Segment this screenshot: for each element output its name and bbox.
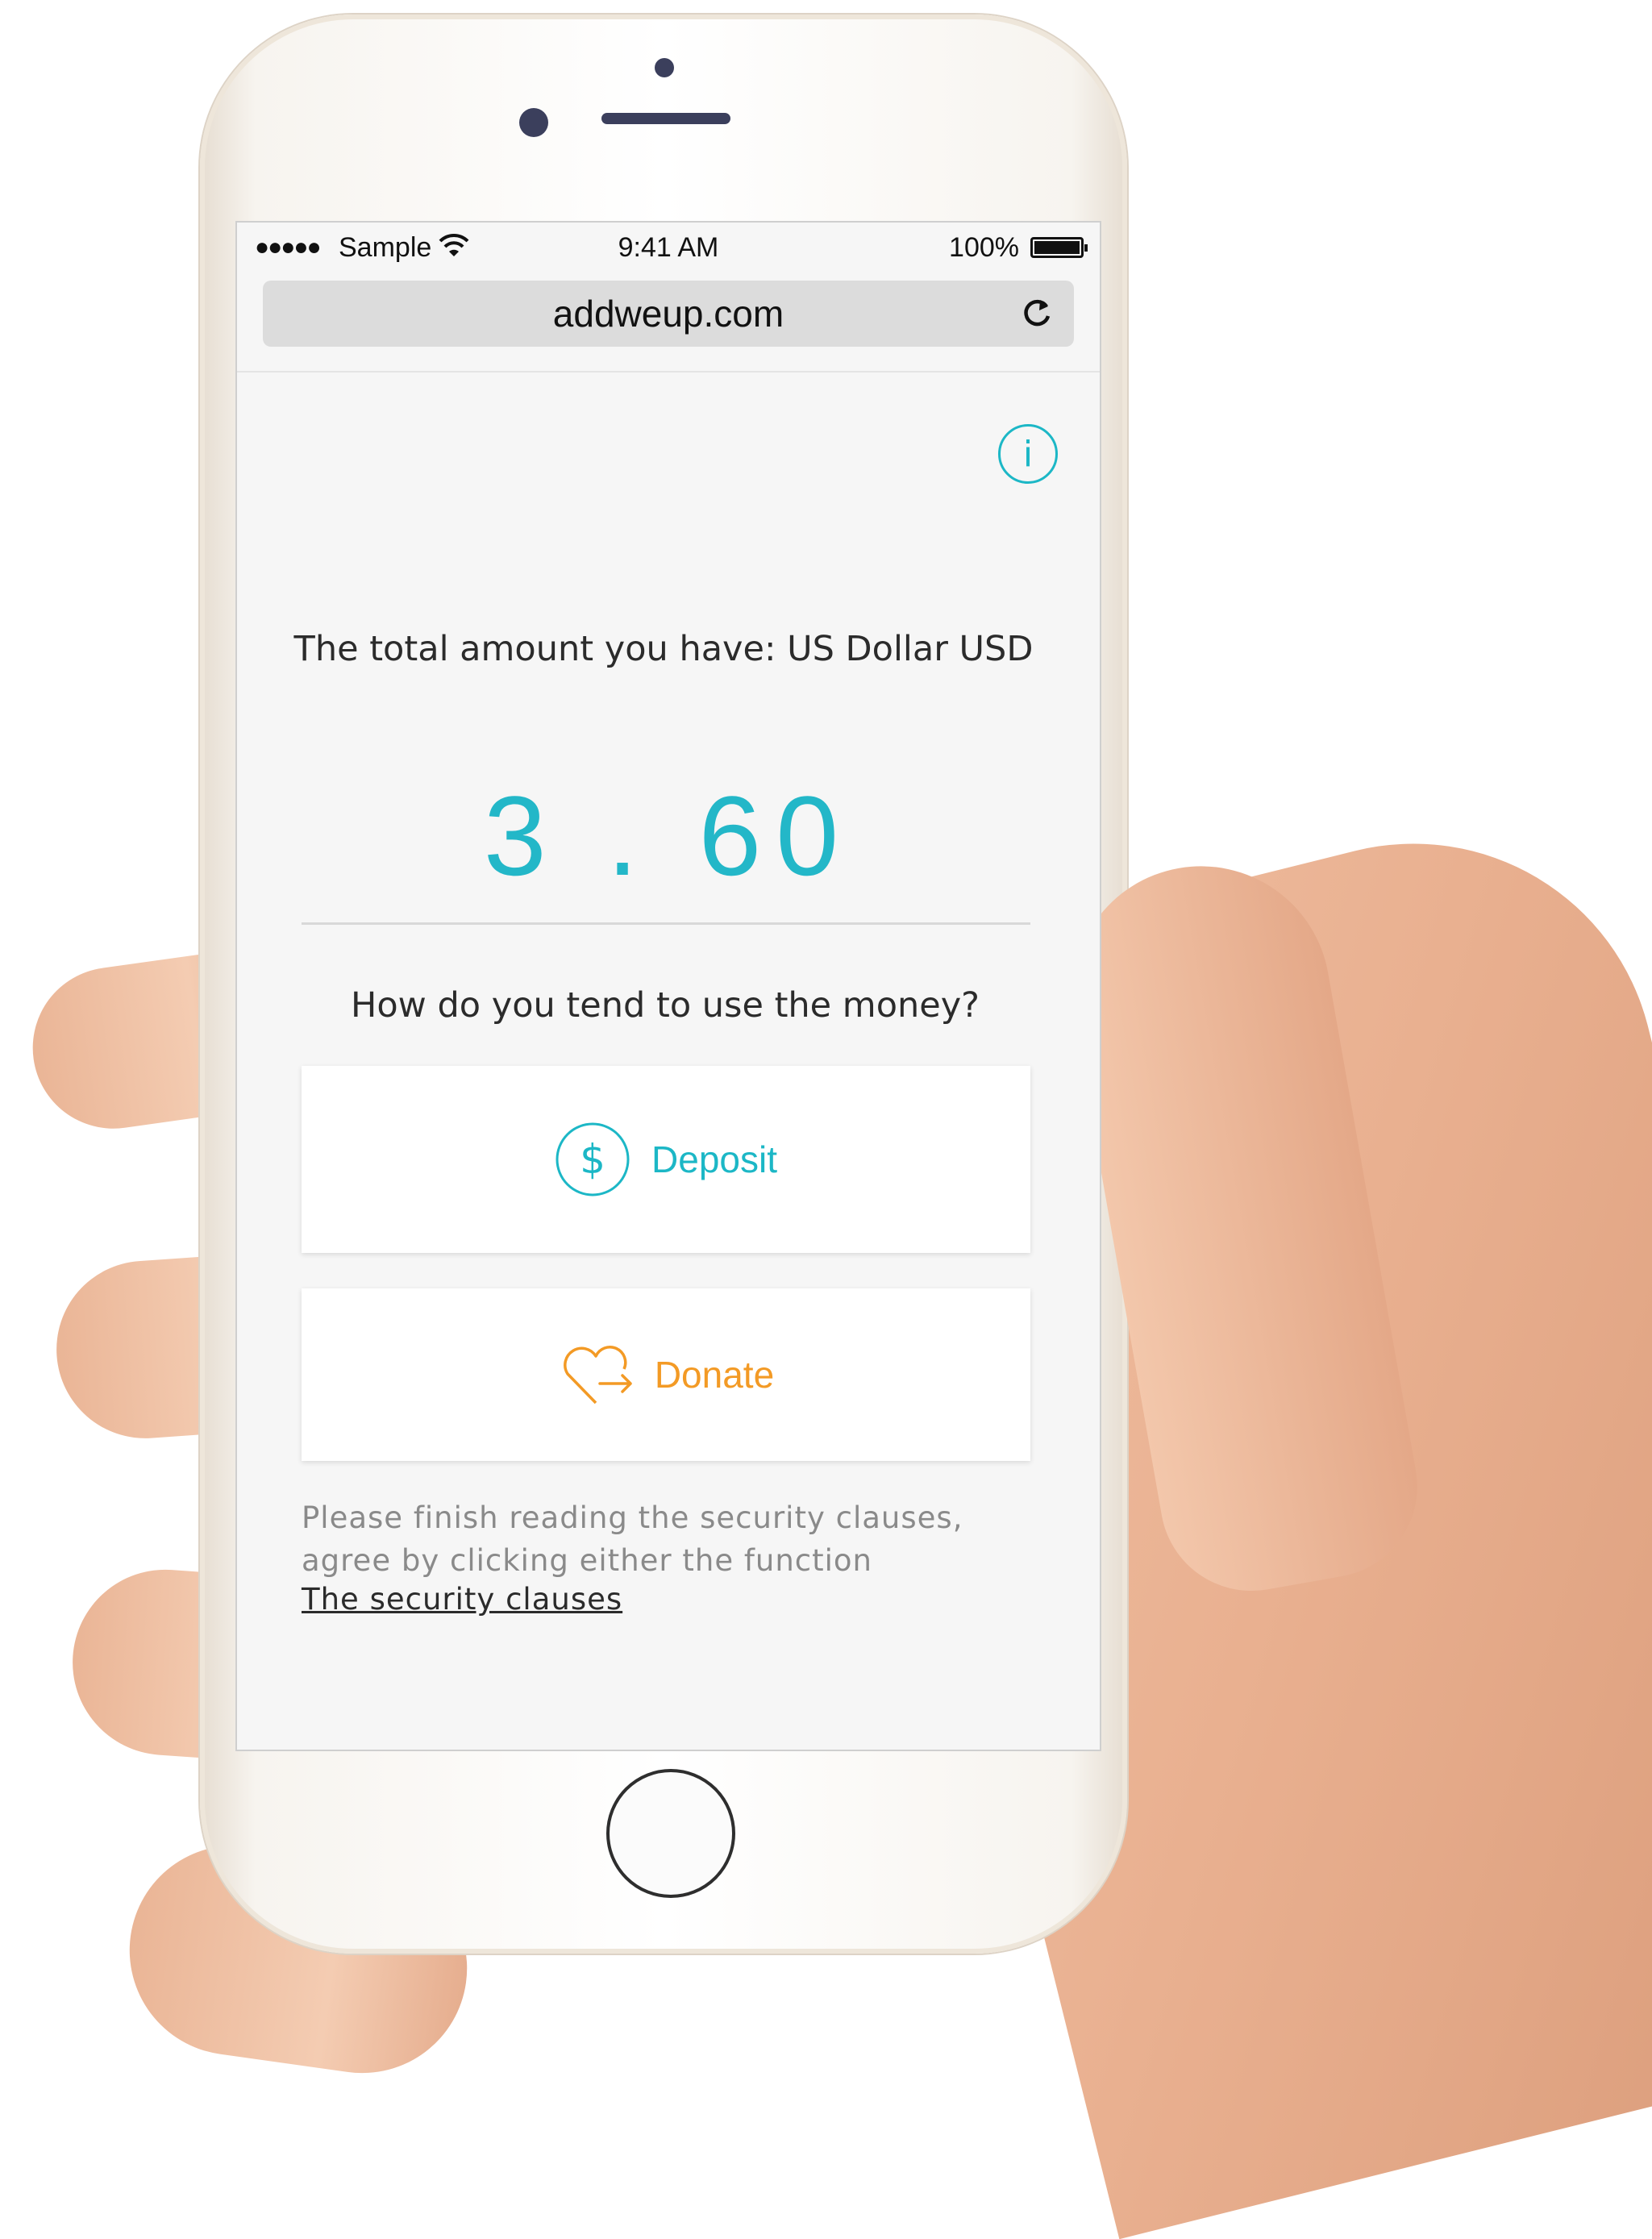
battery-fill bbox=[1034, 241, 1080, 254]
deposit-button[interactable]: $ Deposit bbox=[302, 1066, 1030, 1253]
url-text: addweup.com bbox=[552, 293, 784, 335]
battery-icon bbox=[1030, 237, 1088, 258]
heart-arrow-icon bbox=[563, 1346, 632, 1405]
status-bar: ●●●●● Sample 9:41 AM 100% bbox=[237, 223, 1100, 277]
security-note-line: agree by clicking either the function bbox=[302, 1543, 873, 1578]
divider bbox=[302, 922, 1030, 925]
amount-value: 3 . 60 bbox=[483, 772, 854, 899]
security-clauses-link[interactable]: The security clauses bbox=[302, 1582, 622, 1617]
donate-label: Donate bbox=[654, 1354, 775, 1396]
reload-icon[interactable] bbox=[1017, 293, 1056, 332]
earpiece-speaker bbox=[601, 113, 730, 124]
total-amount-label: The total amount you have: US Dollar USD bbox=[293, 629, 1034, 669]
phone-screen: ●●●●● Sample 9:41 AM 100% addweup.com i … bbox=[237, 223, 1100, 1750]
deposit-label: Deposit bbox=[651, 1138, 777, 1180]
usage-question: How do you tend to use the money? bbox=[351, 985, 980, 1026]
info-icon[interactable]: i bbox=[998, 424, 1058, 484]
dollar-circle-icon: $ bbox=[556, 1122, 630, 1196]
proximity-sensor bbox=[655, 58, 674, 77]
address-bar[interactable]: addweup.com bbox=[263, 281, 1074, 347]
home-button[interactable] bbox=[606, 1769, 735, 1898]
security-note-line: Please finish reading the security claus… bbox=[302, 1500, 963, 1535]
front-camera bbox=[519, 108, 548, 137]
donate-button[interactable]: Donate bbox=[302, 1288, 1030, 1461]
svg-text:$: $ bbox=[580, 1136, 605, 1183]
security-note: Please finish reading the security claus… bbox=[302, 1496, 1043, 1582]
battery-percent: 100% bbox=[949, 232, 1019, 263]
address-bar-divider bbox=[237, 371, 1100, 372]
